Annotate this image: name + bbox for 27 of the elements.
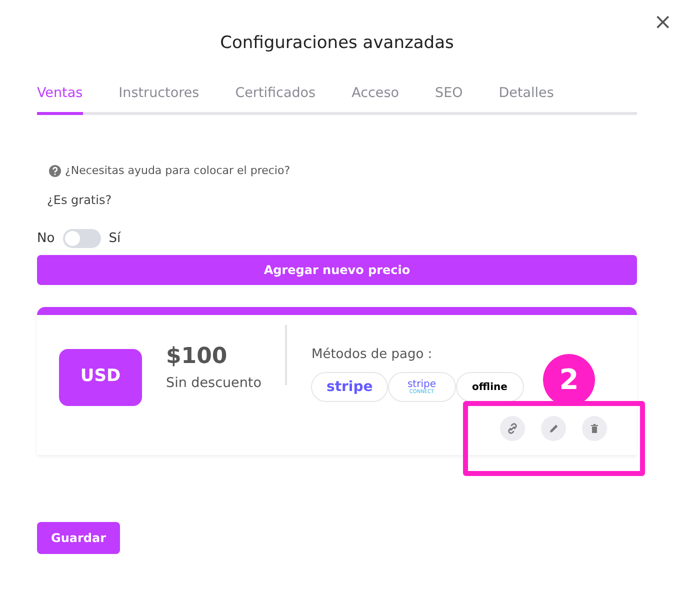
discount-label: Sin descuento	[166, 374, 262, 393]
toggle-label: Sí	[108, 230, 121, 248]
payment-method-logo: stripe	[311, 372, 388, 402]
close-button[interactable]: ×	[650, 10, 676, 36]
trash-icon	[588, 422, 601, 435]
edit-button[interactable]	[541, 416, 566, 441]
add-price-button[interactable]: Agregar nuevo precio	[37, 254, 637, 285]
delete-button[interactable]	[582, 416, 607, 441]
question-label: ¿Es gratis?	[47, 192, 113, 210]
free-toggle[interactable]	[62, 229, 101, 248]
tab[interactable]: Detalles	[498, 83, 554, 115]
payment-methods-label: Métodos de pago :	[311, 346, 434, 364]
help-link[interactable]: ¿Necesitas ayuda para colocar el precio?	[65, 162, 290, 180]
link-icon	[506, 422, 519, 435]
tab[interactable]: SEO	[435, 83, 463, 115]
payment-method-logo: offline	[456, 372, 524, 402]
tab[interactable]: Certificados	[235, 83, 316, 115]
save-button[interactable]: Guardar	[37, 522, 120, 554]
toggle-label: No	[37, 230, 55, 248]
tab[interactable]: Ventas	[37, 83, 83, 115]
tab[interactable]: Acceso	[352, 83, 400, 115]
dialog-title: Configuraciones avanzadas	[219, 32, 455, 54]
tab[interactable]: Instructores	[118, 83, 200, 115]
price-amount: $100	[166, 342, 228, 371]
currency-badge: USD	[59, 348, 142, 406]
link-button[interactable]	[500, 416, 525, 441]
help-icon	[49, 164, 61, 177]
